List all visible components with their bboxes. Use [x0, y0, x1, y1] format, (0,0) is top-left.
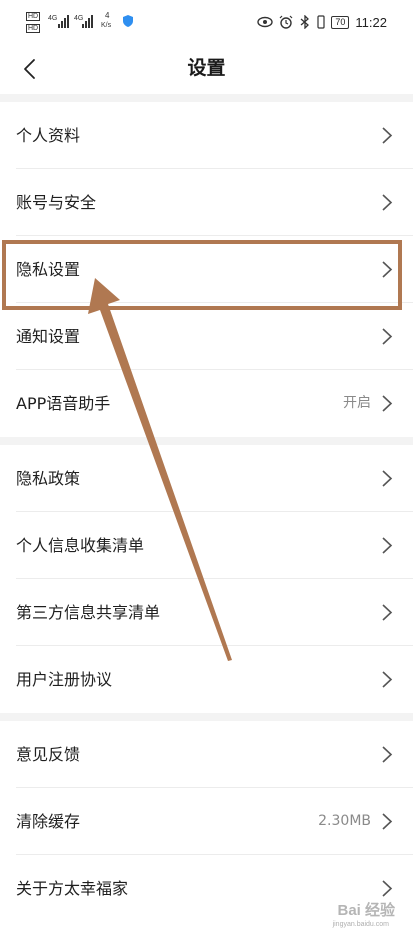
status-bar: HD HD 4G 4G 4 K/s 70 11:22: [0, 0, 413, 44]
settings-item-label: 个人资料: [16, 126, 81, 145]
clock: 11:22: [355, 14, 387, 30]
battery-indicator: 70: [331, 15, 350, 29]
status-right: 70 11:22: [257, 12, 387, 32]
hd-badge-1: HD: [26, 12, 41, 21]
settings-item-label: 关于方太幸福家: [16, 879, 129, 898]
chevron-right-icon: [382, 127, 393, 144]
chevron-right-icon: [382, 537, 393, 554]
speed-value: 4: [105, 11, 110, 20]
chevron-right-icon: [382, 194, 393, 211]
shield-icon: [123, 15, 133, 27]
alarm-icon: [279, 15, 293, 29]
settings-item-voice-assistant[interactable]: APP语音助手 开启: [0, 370, 413, 437]
settings-item-label: 第三方信息共享清单: [16, 603, 161, 622]
settings-item-label: 用户注册协议: [16, 670, 113, 689]
settings-item-label: 隐私设置: [16, 260, 81, 279]
signal-label-1: 4G: [48, 15, 58, 22]
group-gap: [0, 713, 413, 721]
speed-unit: K/s: [101, 22, 112, 29]
settings-item-privacy-settings[interactable]: 隐私设置: [0, 236, 413, 303]
group-gap: [0, 94, 413, 102]
nav-bar: 设置: [0, 44, 413, 94]
settings-item-clear-cache[interactable]: 清除缓存 2.30MB: [0, 788, 413, 855]
eye-icon: [257, 16, 274, 28]
settings-list: 个人资料 账号与安全 隐私设置 通知设置 APP语音助手 开启 隐私政策 个人信…: [0, 94, 413, 922]
settings-item-value: 开启: [343, 395, 371, 411]
chevron-right-icon: [382, 813, 393, 830]
settings-item-label: 通知设置: [16, 327, 81, 346]
settings-item-value: 2.30MB: [318, 813, 371, 829]
page-title: 设置: [187, 57, 226, 79]
settings-item-user-agreement[interactable]: 用户注册协议: [0, 646, 413, 713]
settings-item-label: APP语音助手: [16, 394, 111, 413]
chevron-right-icon: [382, 470, 393, 487]
chevron-right-icon: [382, 880, 393, 897]
chevron-right-icon: [382, 261, 393, 278]
settings-item-label: 清除缓存: [16, 812, 81, 831]
bluetooth-icon: [300, 15, 310, 29]
settings-item-label: 账号与安全: [16, 193, 97, 212]
chevron-right-icon: [382, 746, 393, 763]
settings-item-third-party-sharing[interactable]: 第三方信息共享清单: [0, 579, 413, 646]
settings-item-feedback[interactable]: 意见反馈: [0, 721, 413, 788]
chevron-right-icon: [382, 604, 393, 621]
settings-item-label: 隐私政策: [16, 469, 81, 488]
settings-item-profile[interactable]: 个人资料: [0, 102, 413, 169]
group-gap: [0, 437, 413, 445]
vibrate-icon: [317, 15, 326, 29]
watermark: Bai 经验: [337, 902, 395, 919]
chevron-right-icon: [382, 671, 393, 688]
chevron-right-icon: [382, 395, 393, 412]
settings-item-account-security[interactable]: 账号与安全: [0, 169, 413, 236]
hd-badge-2: HD: [26, 24, 41, 33]
settings-item-label: 个人信息收集清单: [16, 536, 145, 555]
settings-item-privacy-policy[interactable]: 隐私政策: [0, 445, 413, 512]
settings-item-label: 意见反馈: [16, 745, 81, 764]
signal-strength-icon: [58, 15, 69, 28]
watermark-sub: jingyan.baidu.com: [332, 921, 389, 928]
signal-strength-icon-2: [82, 15, 93, 28]
chevron-right-icon: [382, 328, 393, 345]
settings-item-personal-info-list[interactable]: 个人信息收集清单: [0, 512, 413, 579]
settings-item-notifications[interactable]: 通知设置: [0, 303, 413, 370]
